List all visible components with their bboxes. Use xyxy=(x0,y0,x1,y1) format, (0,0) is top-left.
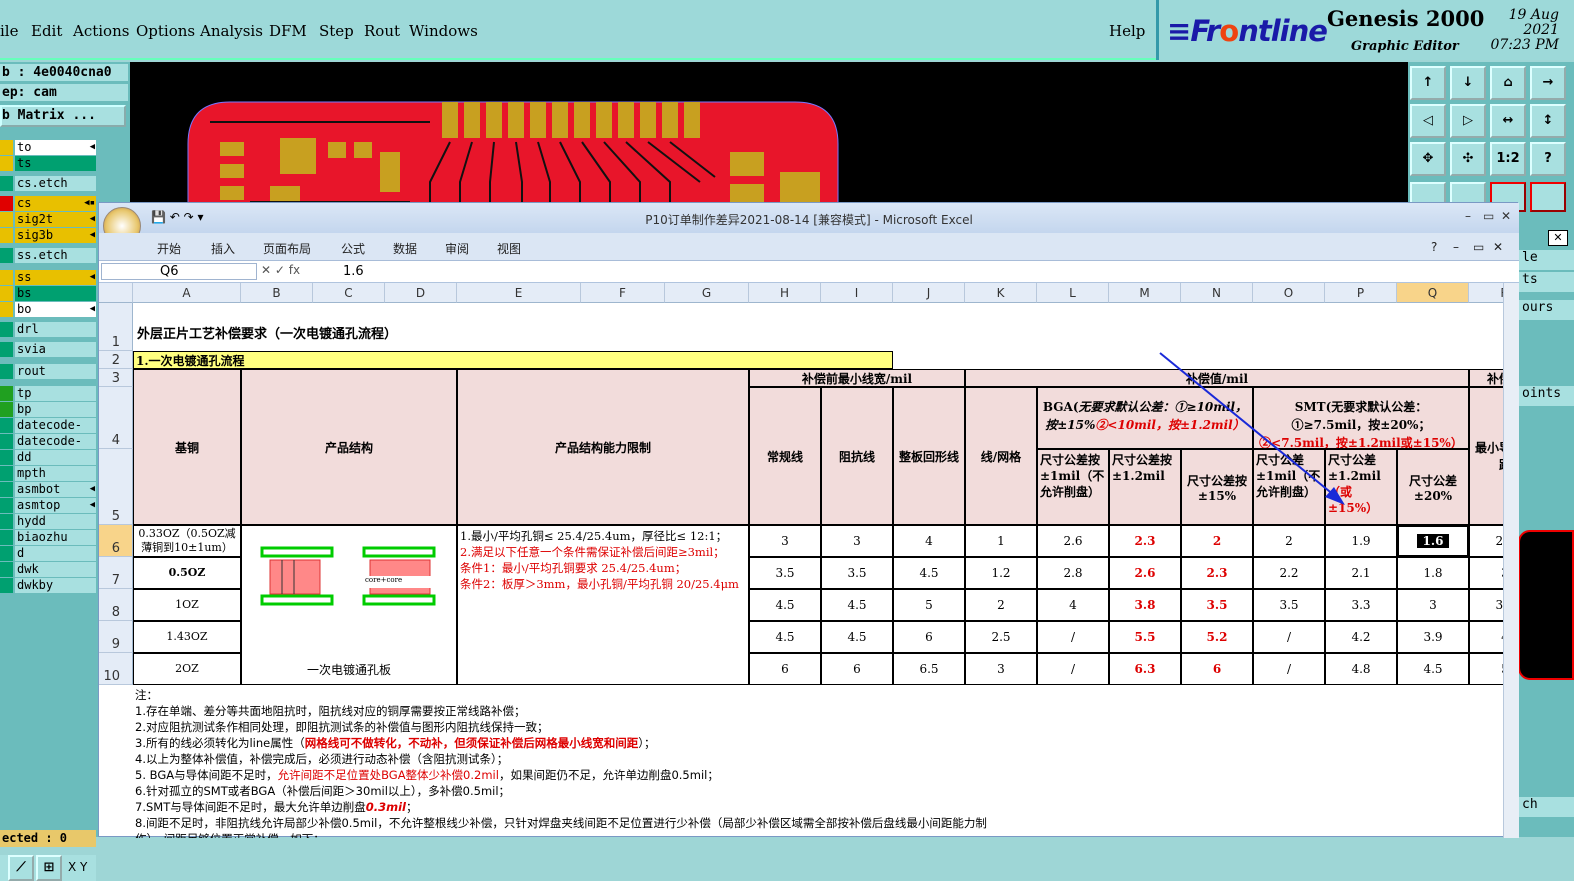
zoom-tool-icon[interactable]: ⟋ xyxy=(8,855,34,881)
view-buttons: ⟋ ⊞ X Y xyxy=(0,855,96,881)
annotation-arrow xyxy=(1159,352,1345,505)
grid-tool-icon[interactable]: ⊞ xyxy=(36,855,62,881)
xy-label: X Y xyxy=(68,860,88,874)
